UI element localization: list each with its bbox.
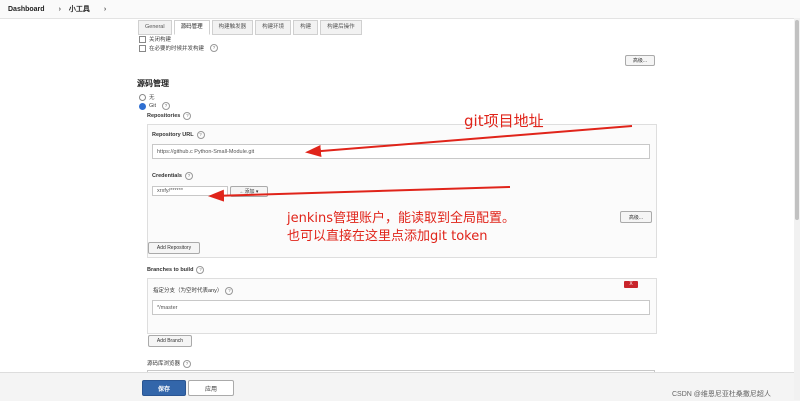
scm-none-option[interactable]: 无	[139, 93, 155, 101]
branch-specifier-input[interactable]: */master	[152, 300, 650, 315]
help-icon[interactable]: ?	[225, 287, 234, 295]
repositories-label: Repositories?	[147, 112, 192, 120]
annotation-jenkins-2: 也可以直接在这里点添加git token	[287, 229, 488, 244]
help-icon[interactable]: ?	[196, 131, 205, 139]
source-browser-label-text: 源码库浏览器	[147, 361, 181, 367]
add-repository-button[interactable]: Add Repository	[148, 242, 200, 254]
scm-git-option[interactable]: Git ?	[139, 102, 171, 110]
source-browser-label: 源码库浏览器?	[147, 359, 192, 368]
breadcrumb-project[interactable]: 小工具	[69, 4, 90, 14]
breadcrumb-separator: ›	[58, 5, 61, 13]
disable-build-checkbox[interactable]	[139, 35, 146, 43]
scm-none-radio[interactable]	[139, 93, 146, 101]
branches-label: Branches to build?	[147, 266, 205, 274]
tab-build-env[interactable]: 构建环境	[255, 20, 292, 35]
apply-button[interactable]: 应用	[188, 380, 234, 396]
concurrent-build-option[interactable]: 在必要的时候并发构建 ?	[139, 44, 219, 52]
tab-general[interactable]: General	[138, 20, 172, 35]
annotation-git-url: git项目地址	[464, 112, 544, 130]
disable-build-option[interactable]: 关闭构建	[139, 35, 171, 43]
tab-triggers[interactable]: 构建触发器	[211, 20, 254, 35]
scm-git-radio[interactable]	[139, 102, 146, 110]
repository-url-label: Repository URL?	[152, 131, 205, 139]
credentials-label-text: Credentials	[152, 173, 182, 179]
scm-heading: 源码管理	[137, 79, 169, 88]
page-scrollbar-thumb[interactable]	[795, 20, 799, 220]
repo-advanced-button[interactable]: 高级...	[620, 211, 652, 223]
scm-none-label: 无	[149, 95, 155, 101]
help-icon[interactable]: ?	[210, 44, 219, 52]
tab-scm[interactable]: 源码管理	[173, 20, 210, 35]
concurrent-build-label: 在必要的时候并发构建	[149, 46, 205, 52]
repository-url-label-text: Repository URL	[152, 132, 194, 138]
branch-specifier-label-text: 指定分支（为空时代表any）	[153, 288, 223, 294]
annotation-jenkins-1: jenkins管理账户，能读取到全局配置。	[287, 211, 516, 226]
tab-build[interactable]: 构建	[293, 20, 319, 35]
save-button[interactable]: 保存	[142, 380, 186, 396]
breadcrumb-dashboard[interactable]: Dashboard	[8, 6, 45, 13]
help-icon[interactable]: ?	[196, 266, 205, 274]
help-icon[interactable]: ?	[183, 112, 192, 120]
branch-specifier-label: 指定分支（为空时代表any）?	[153, 286, 234, 295]
credentials-select[interactable]: xrxfy/******	[152, 186, 228, 196]
repositories-label-text: Repositories	[147, 113, 181, 119]
credentials-label: Credentials?	[152, 172, 193, 180]
scm-git-label: Git	[149, 103, 157, 109]
help-icon[interactable]: ?	[183, 360, 192, 368]
repository-url-input[interactable]: https://github.c Python-Small-Module.git	[152, 144, 650, 159]
add-credentials-button[interactable]: ←添加 ▾	[230, 186, 268, 197]
help-icon[interactable]: ?	[162, 102, 171, 110]
branches-label-text: Branches to build	[147, 267, 194, 273]
help-icon[interactable]: ?	[184, 172, 193, 180]
breadcrumb: Dashboard › 小工具 ›	[0, 0, 800, 19]
disable-build-label: 关闭构建	[149, 37, 172, 43]
concurrent-build-checkbox[interactable]	[139, 44, 146, 52]
general-advanced-button[interactable]: 高级...	[625, 55, 655, 66]
config-tabs: General 源码管理 构建触发器 构建环境 构建 构建后操作	[138, 20, 362, 35]
add-branch-button[interactable]: Add Branch	[148, 335, 192, 347]
breadcrumb-menu-chevron[interactable]: ›	[104, 6, 106, 13]
watermark: CSDN @维恩尼亚杜桑撒尼超人	[672, 391, 771, 398]
remove-branch-button[interactable]: X	[624, 281, 638, 288]
tab-post-build[interactable]: 构建后操作	[320, 20, 362, 35]
